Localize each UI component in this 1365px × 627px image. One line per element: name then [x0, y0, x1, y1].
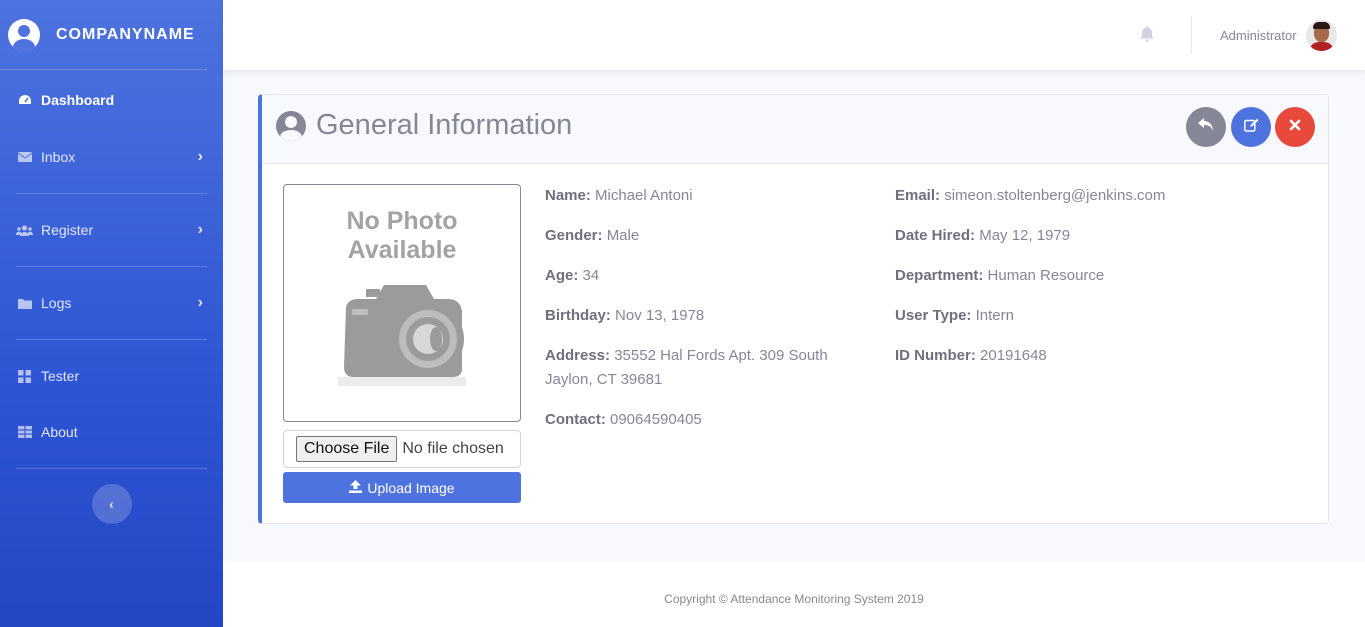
topbar: Administrator — [223, 0, 1365, 70]
edit-button[interactable] — [1231, 107, 1271, 147]
sidebar-divider — [16, 339, 207, 340]
field-department: Department: Human Resource — [895, 267, 1105, 284]
topbar-divider — [1191, 16, 1192, 54]
page-title: General Information — [316, 109, 573, 141]
edit-icon — [1243, 118, 1259, 137]
brand[interactable]: COMPANYNAME — [0, 0, 207, 70]
brand-name: COMPANYNAME — [56, 25, 195, 43]
folder-icon — [16, 297, 33, 310]
file-status: No file chosen — [402, 440, 504, 457]
sidebar-divider — [16, 468, 207, 469]
tachometer-icon — [16, 94, 33, 107]
chevron-right-icon: › — [197, 148, 203, 165]
field-user-type: User Type: Intern — [895, 307, 1014, 324]
copyright-text: Copyright © Attendance Monitoring System… — [664, 592, 924, 606]
camera-icon — [338, 285, 466, 386]
upload-label: Upload Image — [367, 479, 455, 496]
card-header: General Information — [262, 95, 1328, 164]
field-age: Age: 34 — [545, 267, 600, 284]
sidebar-item-label: Logs — [41, 295, 72, 311]
general-info-card: General Information No Photo Available C… — [258, 94, 1329, 524]
file-input[interactable]: Choose File No file chosen — [283, 430, 521, 468]
sidebar-item-label: Tester — [41, 368, 80, 384]
field-id-number: ID Number: 20191648 — [895, 347, 1047, 364]
reply-icon — [1198, 117, 1214, 137]
field-gender: Gender: Male — [545, 227, 640, 244]
grid-icon — [16, 369, 33, 383]
chevron-left-icon: ‹ — [109, 496, 114, 512]
sidebar-item-label: About — [41, 424, 78, 440]
back-button[interactable] — [1186, 107, 1226, 147]
close-icon — [1289, 118, 1301, 136]
field-email: Email: simeon.stoltenberg@jenkins.com — [895, 187, 1166, 204]
users-icon — [16, 224, 33, 237]
avatar[interactable] — [1306, 20, 1337, 51]
chevron-right-icon: › — [197, 294, 203, 311]
upload-icon — [349, 479, 363, 496]
field-date-hired: Date Hired: May 12, 1979 — [895, 227, 1071, 244]
sidebar: COMPANYNAME Dashboard Inbox › Register ›… — [0, 0, 223, 627]
choose-file-button[interactable]: Choose File — [296, 436, 398, 462]
no-photo-placeholder: No Photo Available — [346, 207, 458, 264]
delete-button[interactable] — [1275, 107, 1315, 147]
bell-icon[interactable] — [1139, 26, 1155, 44]
field-birthday: Birthday: Nov 13, 1978 — [545, 307, 705, 324]
sidebar-item-label: Dashboard — [41, 92, 115, 108]
user-name[interactable]: Administrator — [1220, 28, 1297, 43]
sidebar-item-dashboard[interactable]: Dashboard — [0, 71, 223, 129]
sidebar-item-register[interactable]: Register › — [0, 202, 223, 258]
sidebar-item-about[interactable]: About — [0, 404, 223, 460]
table-icon — [16, 426, 33, 439]
user-circle-icon — [8, 18, 40, 51]
sidebar-toggle-button[interactable]: ‹ — [91, 484, 132, 524]
sidebar-item-logs[interactable]: Logs › — [0, 275, 223, 331]
field-contact: Contact: 09064590405 — [545, 411, 702, 428]
footer: Copyright © Attendance Monitoring System… — [223, 561, 1365, 627]
sidebar-item-label: Register — [41, 222, 94, 238]
field-name: Name: Michael Antoni — [545, 187, 693, 204]
sidebar-divider — [16, 193, 207, 194]
sidebar-item-label: Inbox — [41, 149, 76, 165]
sidebar-item-inbox[interactable]: Inbox › — [0, 129, 223, 185]
card-title: General Information — [276, 109, 572, 142]
field-address: Address: 35552 Hal Fords Apt. 309 South … — [545, 347, 828, 388]
user-circle-icon — [276, 110, 306, 141]
profile-photo: No Photo Available — [283, 184, 521, 422]
envelope-icon — [16, 151, 33, 164]
sidebar-item-tester[interactable]: Tester — [0, 348, 223, 404]
upload-image-button[interactable]: Upload Image — [283, 472, 521, 503]
chevron-right-icon: › — [197, 221, 203, 238]
sidebar-divider — [16, 266, 207, 267]
